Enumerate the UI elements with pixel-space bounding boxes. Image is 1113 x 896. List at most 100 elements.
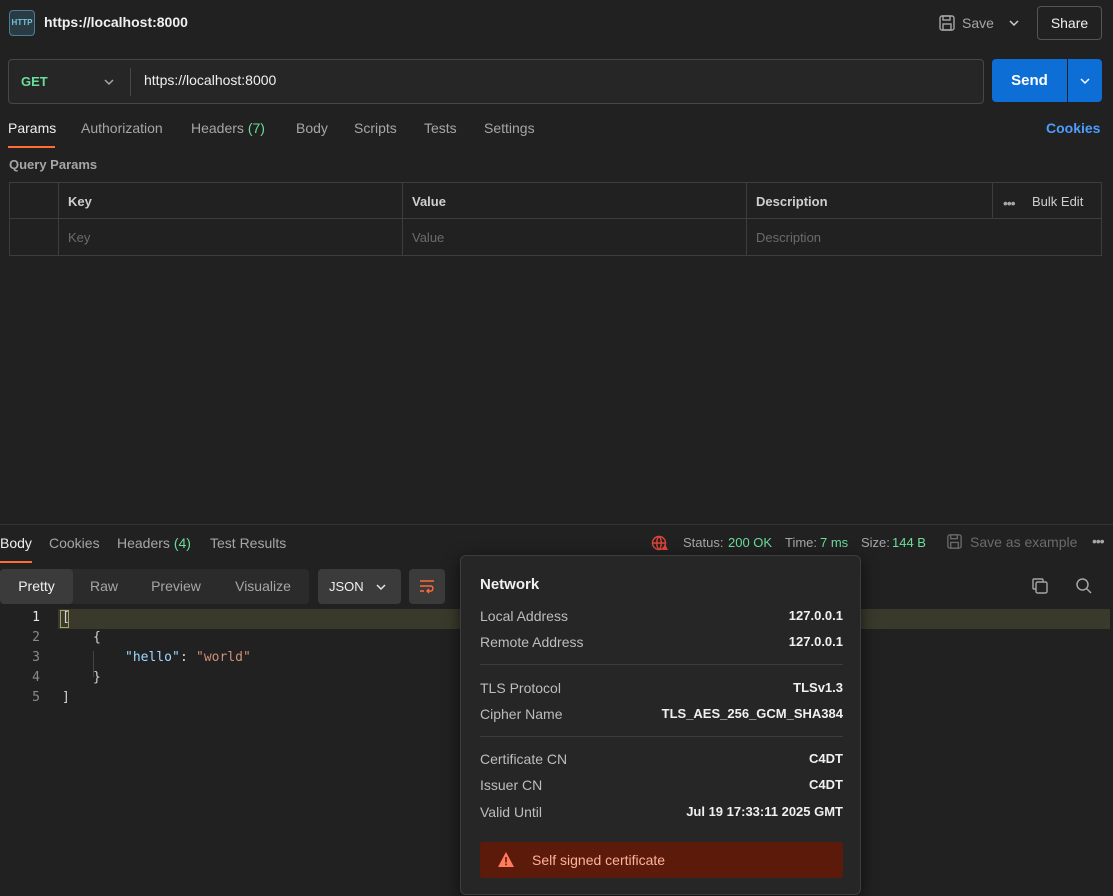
issuer-cn-row: Issuer CN C4DT: [480, 777, 843, 795]
response-divider[interactable]: [0, 524, 1113, 525]
active-tab-indicator: [0, 561, 32, 563]
tab-tests[interactable]: Tests: [424, 120, 457, 136]
divider: [480, 664, 843, 665]
tls-protocol-row: TLS Protocol TLSv1.3: [480, 680, 843, 698]
http-request-icon: HTTP: [9, 10, 35, 36]
remote-address-row: Remote Address 127.0.0.1: [480, 634, 843, 652]
json-colon: :: [180, 650, 196, 665]
more-options-icon[interactable]: •••: [1092, 533, 1105, 549]
response-tab-cookies[interactable]: Cookies: [49, 535, 100, 551]
headers-count: (7): [247, 120, 265, 136]
status-label: Status:: [683, 535, 724, 550]
code-text: ]: [62, 690, 70, 705]
query-params-table: Key Value Description ••• Bulk Edit Key …: [9, 182, 1102, 256]
response-headers-count: (4): [173, 535, 191, 551]
cipher-name-value: TLS_AES_256_GCM_SHA384: [661, 706, 843, 721]
response-tab-test-results[interactable]: Test Results: [210, 535, 286, 551]
wrap-lines-button[interactable]: [409, 569, 445, 604]
valid-until-label: Valid Until: [480, 804, 542, 820]
search-icon[interactable]: [1075, 577, 1093, 595]
method-select[interactable]: GET: [21, 74, 48, 89]
tab-authorization[interactable]: Authorization: [81, 120, 163, 136]
issuer-cn-value: C4DT: [809, 777, 843, 792]
line-number: 4: [32, 670, 40, 685]
local-address-value: 127.0.0.1: [788, 608, 843, 623]
tab-body[interactable]: Body: [296, 120, 328, 136]
tab-headers-label: Headers: [191, 120, 244, 136]
url-bar: GET: [8, 59, 984, 104]
url-divider: [130, 68, 131, 96]
url-input[interactable]: [144, 72, 944, 88]
json-value: "world": [196, 650, 251, 665]
view-preview[interactable]: Preview: [135, 569, 217, 604]
response-tab-headers[interactable]: Headers (4): [117, 535, 191, 551]
view-visualize[interactable]: Visualize: [217, 569, 309, 604]
local-address-row: Local Address 127.0.0.1: [480, 608, 843, 626]
valid-until-value: Jul 19 17:33:11 2025 GMT: [686, 804, 843, 819]
tab-headers[interactable]: Headers (7): [191, 120, 265, 136]
save-as-example-label: Save as example: [970, 533, 1078, 550]
remote-address-value: 127.0.0.1: [788, 634, 843, 649]
line-number: 2: [32, 630, 40, 645]
copy-icon[interactable]: [1031, 577, 1049, 595]
tls-protocol-value: TLSv1.3: [793, 680, 843, 695]
response-tab-body[interactable]: Body: [0, 535, 32, 551]
code-text: }: [93, 670, 101, 685]
send-button[interactable]: Send: [992, 59, 1067, 102]
tab-scripts[interactable]: Scripts: [354, 120, 397, 136]
divider: [480, 736, 843, 737]
chevron-down-icon: [1080, 77, 1090, 84]
size-value[interactable]: 144 B: [892, 535, 926, 550]
warning-text: Self signed certificate: [532, 852, 666, 868]
time-label: Time:: [785, 535, 818, 550]
status-value[interactable]: 200 OK: [728, 535, 772, 550]
line-number: 3: [32, 650, 40, 665]
save-icon: [939, 15, 955, 31]
more-options-icon[interactable]: •••: [1003, 195, 1016, 211]
save-as-example-button[interactable]: Save as example: [946, 533, 1077, 550]
chevron-down-icon[interactable]: [101, 74, 117, 90]
self-signed-warning: Self signed certificate: [480, 842, 843, 878]
format-select[interactable]: JSON: [318, 569, 401, 604]
popover-title: Network: [480, 576, 540, 593]
time-value[interactable]: 7 ms: [820, 535, 848, 550]
issuer-cn-label: Issuer CN: [480, 777, 543, 793]
chevron-down-icon: [376, 584, 386, 591]
share-button[interactable]: Share: [1037, 6, 1102, 40]
query-params-label: Query Params: [9, 157, 98, 172]
save-icon: [947, 534, 962, 549]
save-label: Save: [962, 15, 994, 31]
send-options-button[interactable]: [1068, 59, 1102, 102]
cookies-link[interactable]: Cookies: [1046, 120, 1100, 136]
network-globe-warning-icon[interactable]: [651, 534, 669, 552]
tab-settings[interactable]: Settings: [484, 120, 535, 136]
response-tab-headers-label: Headers: [117, 535, 170, 551]
request-header: HTTP https://localhost:8000 Save Share: [0, 0, 1113, 46]
key-input[interactable]: Key: [68, 230, 90, 245]
active-tab-indicator: [8, 146, 55, 148]
format-value: JSON: [329, 579, 364, 594]
request-title[interactable]: https://localhost:8000: [44, 14, 188, 30]
save-options-chevron-icon[interactable]: [1004, 14, 1024, 32]
column-header-value: Value: [412, 194, 446, 209]
cipher-name-label: Cipher Name: [480, 706, 563, 722]
save-button[interactable]: Save: [938, 12, 994, 34]
value-input[interactable]: Value: [412, 230, 444, 245]
remote-address-label: Remote Address: [480, 634, 584, 650]
json-key: "hello": [125, 650, 180, 665]
warning-icon: [498, 852, 514, 867]
table-header-row: Key Value Description ••• Bulk Edit: [10, 183, 1101, 219]
view-pretty[interactable]: Pretty: [0, 569, 73, 604]
network-info-popover: Network Local Address 127.0.0.1 Remote A…: [460, 555, 861, 895]
certificate-cn-value: C4DT: [809, 751, 843, 766]
bulk-edit-button[interactable]: Bulk Edit: [1032, 194, 1083, 209]
valid-until-row: Valid Until Jul 19 17:33:11 2025 GMT: [480, 804, 843, 822]
tls-protocol-label: TLS Protocol: [480, 680, 561, 696]
view-raw[interactable]: Raw: [73, 569, 135, 604]
table-row: Key Value Description: [10, 219, 1101, 255]
description-input[interactable]: Description: [756, 230, 821, 245]
line-number: 1: [32, 610, 40, 625]
wrap-lines-icon: [420, 580, 434, 594]
tab-params[interactable]: Params: [8, 120, 56, 136]
column-header-key: Key: [68, 194, 92, 209]
